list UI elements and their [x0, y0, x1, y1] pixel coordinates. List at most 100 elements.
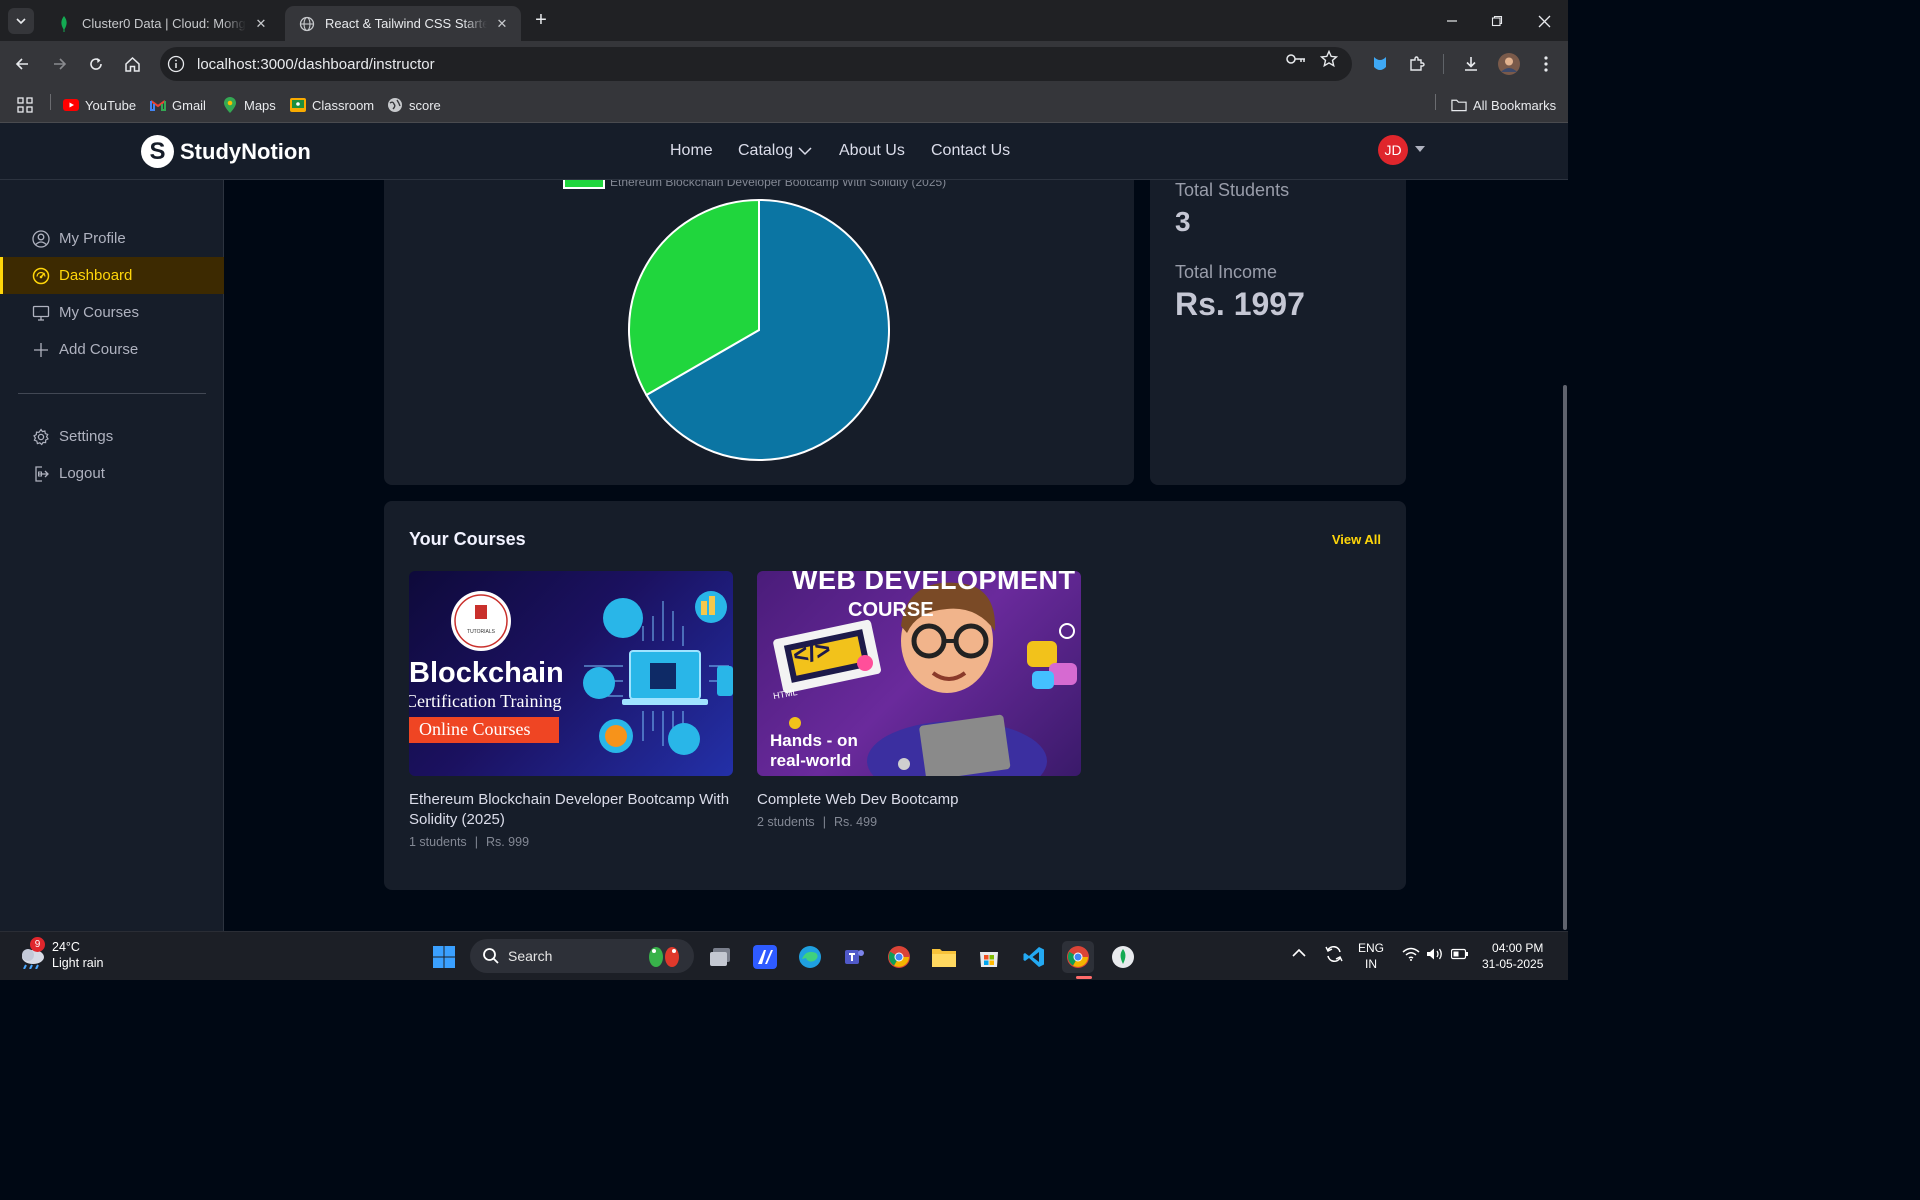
legend-swatch[interactable]: [563, 180, 605, 189]
language-code: ENG: [1358, 941, 1385, 955]
thumb-subtitle: COURSE: [848, 599, 934, 621]
task-view-icon[interactable]: [704, 941, 736, 973]
bookmark-score[interactable]: score: [387, 94, 441, 116]
course-card[interactable]: WEB DEVELOPMENT COURSE </> HTML Hands - …: [757, 571, 1081, 829]
sidebar-item-label: My Profile: [59, 230, 126, 247]
clock-date: 31-05-2025: [1482, 957, 1544, 971]
sync-icon[interactable]: [1324, 944, 1344, 968]
total-income-value: Rs. 1997: [1175, 286, 1305, 322]
sidebar-item-my-profile[interactable]: My Profile: [0, 220, 224, 257]
studynotion-logo[interactable]: S StudyNotion: [141, 135, 311, 168]
nav-contact[interactable]: Contact Us: [931, 142, 1010, 160]
course-meta: 2 students | Rs. 499: [757, 815, 1081, 829]
bookmark-maps[interactable]: Maps: [222, 94, 276, 116]
bookmark-classroom[interactable]: Classroom: [290, 94, 374, 116]
bookmark-gmail[interactable]: Gmail: [150, 94, 206, 116]
nav-catalog-label: Catalog: [738, 142, 794, 159]
vscode-icon[interactable]: [1018, 941, 1050, 973]
chrome-icon[interactable]: [883, 941, 915, 973]
nav-catalog[interactable]: Catalog: [738, 142, 812, 160]
course-students: 2 students: [757, 815, 815, 829]
address-bar[interactable]: localhost:3000/dashboard/instructor: [160, 47, 1352, 81]
course-price: Rs. 999: [485, 835, 530, 849]
password-key-icon[interactable]: [1286, 49, 1306, 69]
all-bookmarks[interactable]: All Bookmarks: [1451, 94, 1556, 116]
language-indicator[interactable]: ENG IN: [1358, 940, 1384, 972]
minimize-icon[interactable]: [1439, 8, 1465, 34]
user-avatar[interactable]: JD: [1378, 135, 1408, 165]
restore-icon[interactable]: [1484, 8, 1510, 34]
apps-grid-icon[interactable]: [17, 94, 33, 116]
edge-icon[interactable]: [794, 941, 826, 973]
course-name[interactable]: Ethereum Blockchain Developer Bootcamp W…: [409, 790, 733, 830]
browser-toolbar: localhost:3000/dashboard/instructor: [0, 41, 1568, 87]
ms-store-icon[interactable]: [973, 941, 1005, 973]
extensions-puzzle-icon[interactable]: [1405, 52, 1429, 76]
close-window-icon[interactable]: [1531, 8, 1557, 34]
taskbar-search[interactable]: Search: [470, 939, 694, 973]
teams-icon[interactable]: [839, 941, 871, 973]
new-tab-button[interactable]: +: [530, 9, 552, 31]
sidebar-item-settings[interactable]: Settings: [0, 418, 224, 455]
clock[interactable]: 04:00 PM 31-05-2025: [1482, 940, 1543, 972]
ai-app-icon[interactable]: [749, 941, 781, 973]
sidebar-item-dashboard[interactable]: Dashboard: [0, 257, 224, 294]
reload-icon[interactable]: [84, 52, 108, 76]
bookmarks-divider: [1435, 94, 1436, 110]
chart-card: Ethereum Blockchain Developer Bootcamp W…: [384, 180, 1134, 485]
page-scrollbar-thumb[interactable]: [1563, 385, 1567, 930]
extension-logo-icon[interactable]: [1368, 52, 1392, 76]
forward-icon[interactable]: [48, 52, 72, 76]
bookmark-label: Gmail: [172, 97, 206, 113]
nav-about[interactable]: About Us: [839, 142, 905, 160]
tab-mongodb[interactable]: Cluster0 Data | Cloud: MongoDB Cloud ✕: [42, 6, 280, 41]
volume-icon[interactable]: [1426, 947, 1444, 965]
file-explorer-icon[interactable]: [928, 941, 960, 973]
classroom-icon: [290, 97, 306, 113]
mongodb-compass-icon[interactable]: [1107, 941, 1139, 973]
tab-search-button[interactable]: [8, 8, 34, 34]
course-thumbnail[interactable]: WEB DEVELOPMENT COURSE </> HTML Hands - …: [757, 571, 1081, 776]
folder-icon: [1451, 97, 1467, 113]
weather-text: 24°C Light rain: [52, 939, 103, 971]
income-pie-chart: [628, 198, 890, 461]
nav-home[interactable]: Home: [670, 142, 713, 160]
browser-tab-strip: Cluster0 Data | Cloud: MongoDB Cloud ✕ R…: [0, 0, 1568, 41]
site-info-icon[interactable]: [166, 54, 186, 74]
total-students-label: Total Students: [1175, 180, 1290, 200]
sidebar-item-logout[interactable]: Logout: [0, 455, 224, 492]
download-icon[interactable]: [1459, 52, 1483, 76]
home-icon[interactable]: [120, 52, 144, 76]
view-all-link[interactable]: View All: [1332, 532, 1381, 547]
sidebar-item-label: Logout: [59, 465, 105, 482]
bookmark-star-icon[interactable]: [1319, 49, 1339, 69]
sidebar-item-my-courses[interactable]: My Courses: [0, 294, 224, 331]
sidebar-item-add-course[interactable]: Add Course: [0, 331, 224, 368]
bookmark-youtube[interactable]: YouTube: [63, 94, 136, 116]
course-card[interactable]: TUTORIALS Blockchain Certification Train…: [409, 571, 733, 849]
windows-start-icon[interactable]: [428, 941, 460, 973]
battery-icon[interactable]: [1450, 948, 1469, 964]
thumb-tagline-line2: real-world: [770, 751, 852, 770]
course-name[interactable]: Complete Web Dev Bootcamp: [757, 790, 1081, 810]
close-icon[interactable]: ✕: [493, 15, 511, 33]
course-students: 1 students: [409, 835, 467, 849]
profile-avatar-icon[interactable]: [1497, 52, 1521, 76]
weather-desc: Light rain: [52, 956, 104, 970]
bookmarks-divider: [50, 94, 51, 110]
close-icon[interactable]: ✕: [252, 15, 270, 33]
more-menu-icon[interactable]: [1534, 52, 1558, 76]
caret-down-icon[interactable]: [1414, 143, 1426, 155]
course-thumbnail[interactable]: TUTORIALS Blockchain Certification Train…: [409, 571, 733, 776]
wifi-icon[interactable]: [1402, 947, 1420, 965]
back-icon[interactable]: [10, 52, 34, 76]
weather-widget[interactable]: 9 24°C Light rain: [18, 937, 103, 971]
active-app-indicator: [1076, 976, 1092, 979]
chrome-active-icon[interactable]: [1062, 941, 1094, 973]
weather-temp: 24°C: [52, 940, 80, 954]
tab-starter-pack[interactable]: React & Tailwind CSS Starter Pack ✕: [285, 6, 521, 41]
sidebar-item-label: Dashboard: [59, 267, 133, 284]
tray-overflow-icon[interactable]: [1292, 946, 1306, 962]
your-courses-card: Your Courses View All TUTORIALS Blockcha…: [384, 501, 1406, 890]
chart-legend: Ethereum Blockchain Developer Bootcamp W…: [563, 180, 946, 189]
